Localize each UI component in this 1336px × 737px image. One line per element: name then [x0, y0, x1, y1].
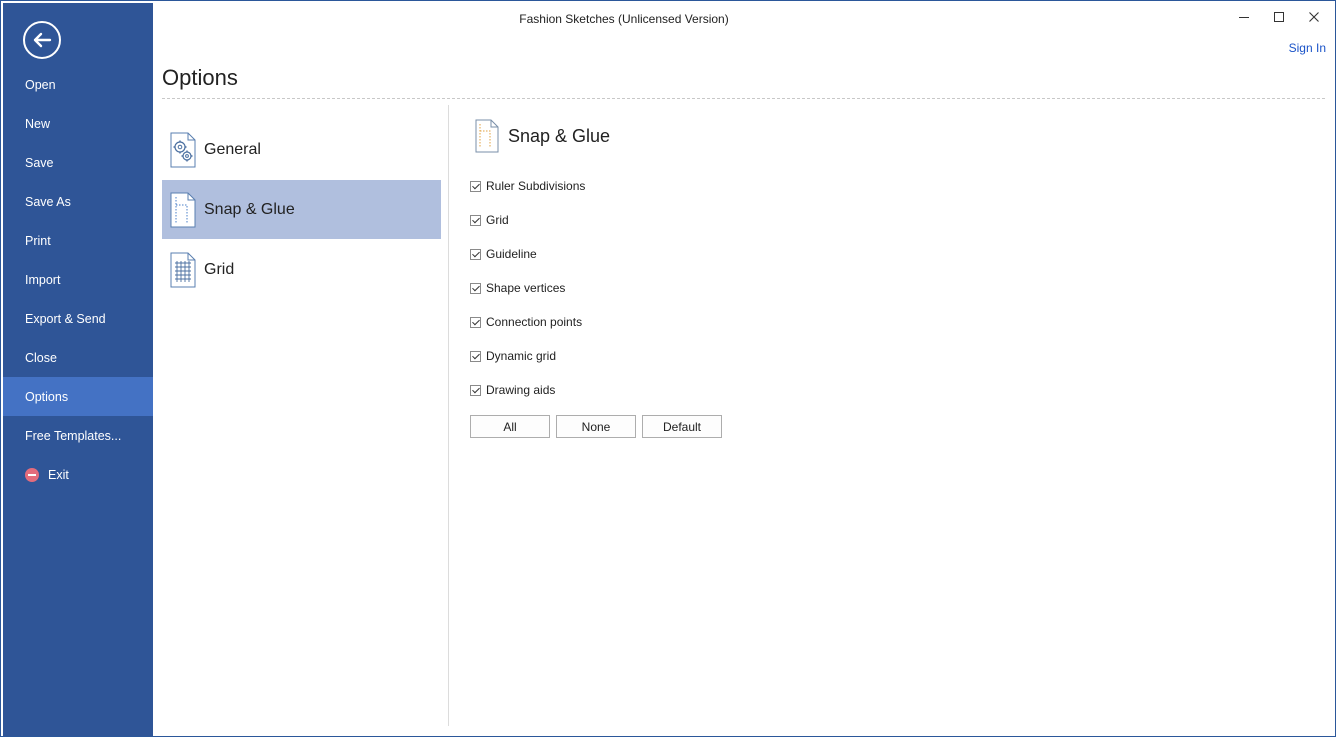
option-label: Guideline [486, 247, 537, 261]
option-dynamic-grid[interactable]: Dynamic grid [470, 339, 585, 373]
arrow-left-icon [33, 32, 52, 48]
app-window: Open New Save Save As Print Import Expor… [0, 0, 1336, 737]
menu-item-new[interactable]: New [3, 104, 153, 143]
menu-item-export-send[interactable]: Export & Send [3, 299, 153, 338]
menu-item-import[interactable]: Import [3, 260, 153, 299]
close-icon [1309, 12, 1319, 22]
option-label: Grid [486, 213, 509, 227]
option-connection-points[interactable]: Connection points [470, 305, 585, 339]
category-general-label: General [204, 140, 261, 158]
option-label: Dynamic grid [486, 349, 557, 363]
maximize-button[interactable] [1262, 7, 1296, 27]
menu-item-close[interactable]: Close [3, 338, 153, 377]
all-button[interactable]: All [470, 415, 550, 438]
option-drawing-aids[interactable]: Drawing aids [470, 373, 585, 407]
category-grid[interactable]: Grid [162, 240, 441, 299]
menu-item-save-as[interactable]: Save As [3, 182, 153, 221]
option-label: Ruler Subdivisions [486, 179, 586, 193]
category-snap-glue[interactable]: Snap & Glue [162, 180, 441, 239]
checkbox-grid[interactable] [470, 214, 481, 226]
menu-item-options[interactable]: Options [3, 377, 153, 416]
option-label: Shape vertices [486, 281, 566, 295]
header-divider [162, 98, 1325, 99]
option-label: Connection points [486, 315, 583, 329]
back-button[interactable] [23, 21, 61, 59]
menu-item-open[interactable]: Open [3, 65, 153, 104]
checkbox-guideline[interactable] [470, 248, 481, 260]
checkbox-dynamic-grid[interactable] [470, 350, 481, 362]
option-label: Drawing aids [486, 383, 556, 397]
menu-item-exit[interactable]: Exit [3, 455, 153, 494]
snap-glue-icon [170, 192, 196, 227]
category-grid-label: Grid [204, 260, 235, 278]
grid-document-icon [170, 252, 196, 287]
option-guideline[interactable]: Guideline [470, 237, 585, 271]
page-title: Options [162, 65, 238, 90]
category-general[interactable]: General [162, 120, 441, 179]
panel-divider [448, 105, 449, 726]
section-title: Snap & Glue [508, 126, 611, 146]
snap-options-list: Ruler Subdivisions Grid Guideline Shape … [470, 169, 585, 407]
window-title: Fashion Sketches (Unlicensed Version) [519, 12, 729, 26]
option-ruler-subdivisions[interactable]: Ruler Subdivisions [470, 169, 585, 203]
option-shape-vertices[interactable]: Shape vertices [470, 271, 585, 305]
menu-item-free-templates[interactable]: Free Templates... [3, 416, 153, 455]
maximize-icon [1274, 12, 1284, 22]
checkbox-connection-points[interactable] [470, 316, 481, 328]
backstage-menu: Open New Save Save As Print Import Expor… [3, 65, 153, 494]
minimize-icon [1239, 17, 1249, 18]
checkbox-shape-vertices[interactable] [470, 282, 481, 294]
sign-in-link[interactable]: Sign In [1289, 41, 1326, 55]
option-grid[interactable]: Grid [470, 203, 585, 237]
gear-document-icon [170, 132, 196, 167]
option-buttons: All None Default [470, 415, 722, 438]
category-snap-glue-label: Snap & Glue [204, 200, 295, 218]
none-button[interactable]: None [556, 415, 636, 438]
exit-icon [25, 467, 39, 482]
menu-item-exit-label: Exit [48, 467, 69, 482]
menu-item-print[interactable]: Print [3, 221, 153, 260]
menu-item-save[interactable]: Save [3, 143, 153, 182]
snap-glue-icon [475, 119, 499, 153]
checkbox-ruler-subdivisions[interactable] [470, 180, 481, 192]
checkbox-drawing-aids[interactable] [470, 384, 481, 396]
close-window-button[interactable] [1297, 7, 1331, 27]
minimize-button[interactable] [1227, 7, 1261, 27]
backstage-sidebar: Open New Save Save As Print Import Expor… [3, 3, 153, 736]
default-button[interactable]: Default [642, 415, 722, 438]
